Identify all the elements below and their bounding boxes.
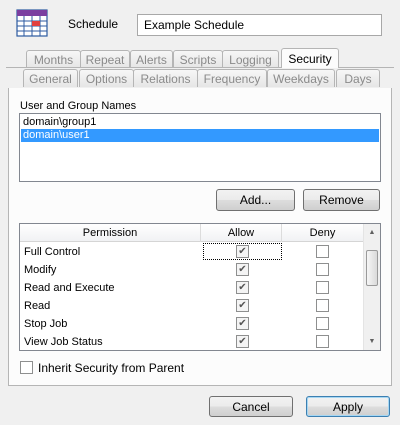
add-user-button[interactable]: Add... [216,189,295,211]
deny-checkbox[interactable] [316,281,329,294]
allow-column-header[interactable]: Allow [201,224,282,242]
deny-checkbox[interactable] [316,317,329,330]
users-list[interactable]: domain\group1 domain\user1 [19,113,381,182]
user-list-item-group1[interactable]: domain\group1 [21,116,379,129]
scroll-up-arrow-icon[interactable]: ▲ [364,224,380,241]
schedule-label: Schedule [68,17,119,31]
permission-row: Stop Job ✔ [20,315,364,333]
allow-checkbox[interactable]: ✔ [236,299,249,312]
permission-row: Read and Execute ✔ [20,279,364,297]
tab-options[interactable]: Options [79,69,134,87]
permission-name: Full Control [24,246,81,258]
tab-days[interactable]: Days [336,69,380,87]
permission-name: Read [24,300,51,312]
checkmark-icon: ✔ [238,263,247,275]
inherit-security-checkbox[interactable] [20,361,33,374]
checkmark-icon: ✔ [238,299,247,311]
user-list-item-user1[interactable]: domain\user1 [21,129,379,142]
tab-general[interactable]: General [23,69,78,87]
deny-checkbox[interactable] [316,245,329,258]
allow-checkbox[interactable]: ✔ [236,281,249,294]
tab-alerts[interactable]: Alerts [130,50,173,68]
tab-months[interactable]: Months [26,50,81,68]
tab-scripts[interactable]: Scripts [173,50,223,68]
checkmark-icon: ✔ [238,281,247,293]
users-section-label: User and Group Names [20,100,137,112]
permission-name: Modify [24,264,57,276]
apply-button[interactable]: Apply [306,396,390,417]
checkmark-icon: ✔ [238,317,247,329]
allow-checkbox[interactable]: ✔ [236,335,249,348]
focus-rectangle [203,243,282,260]
permission-name: View Job Status [24,336,103,348]
allow-checkbox[interactable]: ✔ [236,317,249,330]
inherit-security-label: Inherit Security from Parent [38,361,185,375]
tab-frequency[interactable]: Frequency [197,69,267,87]
deny-checkbox[interactable] [316,263,329,276]
permissions-scrollbar[interactable]: ▲ ▼ [363,224,380,350]
checkmark-icon: ✔ [238,335,247,347]
schedule-name-input[interactable] [137,14,382,36]
deny-checkbox[interactable] [316,299,329,312]
tab-security[interactable]: Security [281,48,339,68]
deny-checkbox[interactable] [316,335,329,348]
scroll-down-arrow-icon[interactable]: ▼ [364,333,380,350]
allow-checkbox[interactable]: ✔ [236,263,249,276]
scroll-thumb[interactable] [366,250,378,286]
tab-logging[interactable]: Logging [222,50,279,68]
tab-weekdays[interactable]: Weekdays [267,69,335,87]
permissions-header: Permission Allow Deny [20,224,364,242]
deny-column-header[interactable]: Deny [282,224,364,242]
permission-row: Full Control ✔ [20,243,364,261]
permission-row: Modify ✔ [20,261,364,279]
remove-user-button[interactable]: Remove [303,189,380,211]
permissions-grid: Permission Allow Deny Full Control ✔ Modif… [19,223,381,351]
tab-relations[interactable]: Relations [133,69,198,87]
tab-repeat[interactable]: Repeat [80,50,130,68]
schedule-calendar-icon [16,8,50,40]
permission-row: Read ✔ [20,297,364,315]
permission-column-header[interactable]: Permission [20,224,201,242]
permission-name: Stop Job [24,318,68,330]
cancel-button[interactable]: Cancel [209,396,293,417]
permission-row: View Job Status ✔ [20,333,364,350]
permission-name: Read and Execute [24,282,115,294]
